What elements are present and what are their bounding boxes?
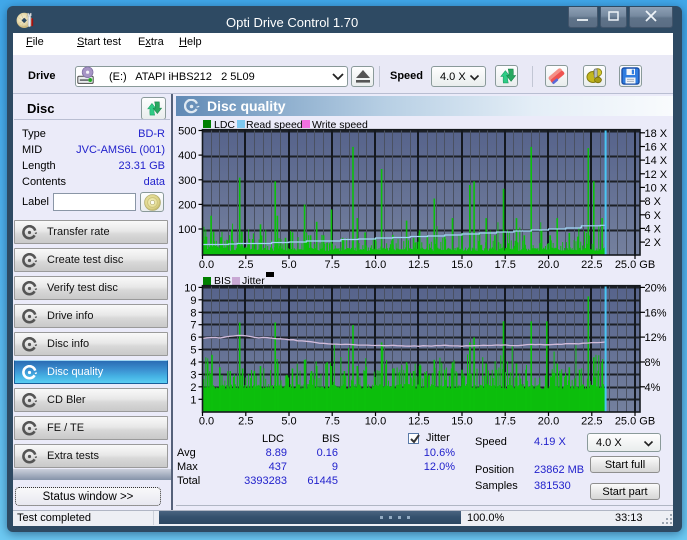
svg-text:5: 5 [190, 345, 196, 357]
svg-text:500: 500 [178, 126, 196, 138]
svg-text:10: 10 [184, 282, 196, 294]
svg-text:17.5: 17.5 [494, 259, 515, 271]
svg-text:8: 8 [190, 307, 196, 319]
svg-text:14 X: 14 X [645, 155, 668, 167]
svg-text:16 X: 16 X [645, 142, 668, 154]
svg-text:400: 400 [178, 150, 196, 162]
svg-text:20.0: 20.0 [538, 416, 559, 428]
svg-text:18 X: 18 X [645, 128, 668, 140]
svg-text:20%: 20% [645, 282, 667, 294]
svg-text:12.5: 12.5 [408, 259, 429, 271]
svg-text:10.0: 10.0 [365, 416, 386, 428]
svg-text:15.0: 15.0 [451, 259, 472, 271]
svg-text:1: 1 [190, 394, 196, 406]
svg-text:5.0: 5.0 [281, 259, 296, 271]
svg-text:0.0: 0.0 [199, 259, 214, 271]
svg-text:15.0: 15.0 [451, 416, 472, 428]
svg-text:200: 200 [178, 199, 196, 211]
svg-text:22.5: 22.5 [581, 416, 602, 428]
svg-text:7.5: 7.5 [325, 259, 340, 271]
svg-text:12.5: 12.5 [408, 416, 429, 428]
svg-text:17.5: 17.5 [494, 416, 515, 428]
svg-text:2: 2 [190, 382, 196, 394]
svg-text:4 X: 4 X [645, 223, 662, 235]
svg-text:4%: 4% [645, 382, 661, 394]
svg-text:10.0: 10.0 [365, 259, 386, 271]
svg-text:8 X: 8 X [645, 196, 662, 208]
svg-text:12%: 12% [645, 332, 667, 344]
svg-text:2.5: 2.5 [238, 259, 253, 271]
svg-text:3: 3 [190, 369, 196, 381]
svg-text:20.0: 20.0 [538, 259, 559, 271]
svg-text:6: 6 [190, 332, 196, 344]
svg-text:5.0: 5.0 [281, 416, 296, 428]
svg-text:12 X: 12 X [645, 169, 668, 181]
svg-text:25.0 GB: 25.0 GB [615, 416, 655, 428]
svg-text:2.5: 2.5 [238, 416, 253, 428]
svg-text:16%: 16% [645, 307, 667, 319]
svg-text:7.5: 7.5 [325, 416, 340, 428]
svg-text:2 X: 2 X [645, 237, 662, 249]
svg-text:0.0: 0.0 [199, 416, 214, 428]
svg-text:100: 100 [178, 224, 196, 236]
svg-text:7: 7 [190, 320, 196, 332]
svg-text:10 X: 10 X [645, 182, 668, 194]
svg-text:300: 300 [178, 175, 196, 187]
svg-text:22.5: 22.5 [581, 259, 602, 271]
svg-text:6 X: 6 X [645, 210, 662, 222]
svg-text:4: 4 [190, 357, 196, 369]
svg-text:9: 9 [190, 295, 196, 307]
svg-text:8%: 8% [645, 357, 661, 369]
svg-text:25.0 GB: 25.0 GB [615, 259, 655, 271]
